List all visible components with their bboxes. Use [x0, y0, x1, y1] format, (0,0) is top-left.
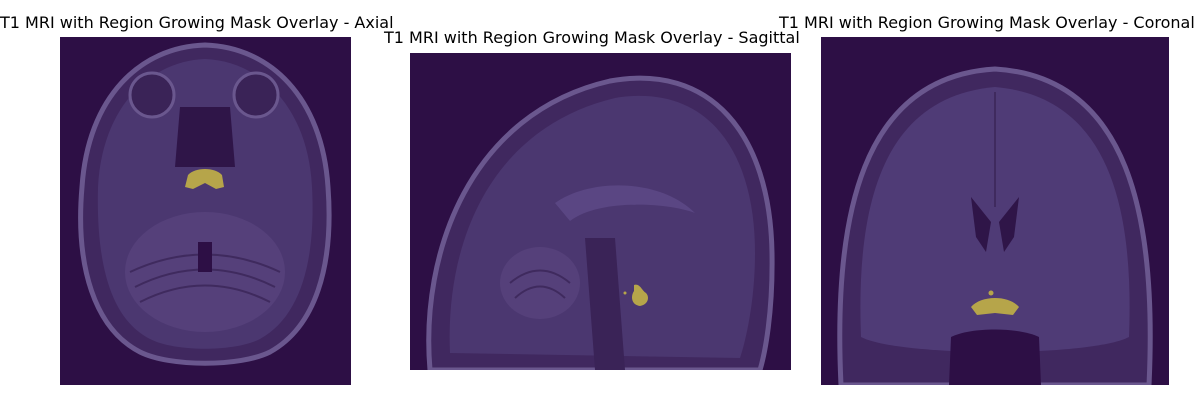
axial-mri-image [60, 37, 351, 385]
sagittal-cerebellum [500, 247, 580, 319]
axial-title: T1 MRI with Region Growing Mask Overlay … [0, 13, 394, 32]
axial-right-eye [232, 71, 280, 119]
axial-left-eye [128, 71, 176, 119]
coronal-mri-image [821, 37, 1169, 385]
sagittal-mri-image [410, 53, 791, 370]
sagittal-title: T1 MRI with Region Growing Mask Overlay … [384, 28, 800, 47]
coronal-title: T1 MRI with Region Growing Mask Overlay … [779, 13, 1195, 32]
axial-nasal-region [175, 107, 235, 167]
